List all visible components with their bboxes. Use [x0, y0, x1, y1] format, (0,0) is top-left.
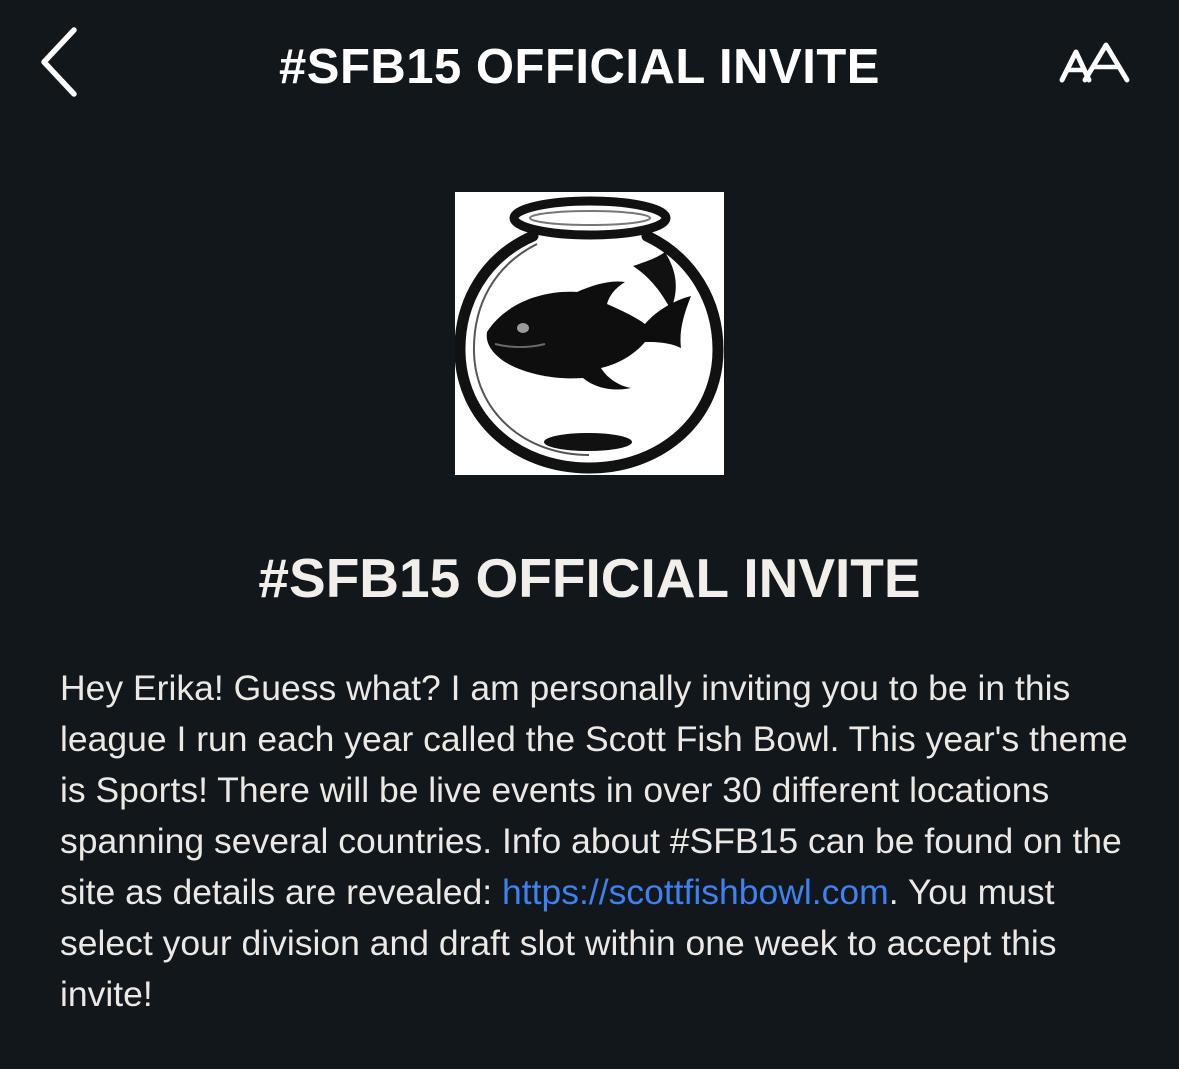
- site-link[interactable]: https://scottfishbowl.com: [502, 872, 889, 912]
- fishbowl-logo: [455, 196, 724, 474]
- nav-bar: #SFB15 OFFICIAL INVITE: [0, 0, 1179, 140]
- text-size-button[interactable]: [1058, 40, 1132, 90]
- nav-title: #SFB15 OFFICIAL INVITE: [279, 40, 880, 94]
- article-body: Hey Erika! Guess what? I am personally i…: [60, 663, 1150, 1020]
- text-size-icon: [1059, 42, 1130, 83]
- hero-image: [455, 192, 724, 475]
- article-title: #SFB15 OFFICIAL INVITE: [258, 547, 921, 609]
